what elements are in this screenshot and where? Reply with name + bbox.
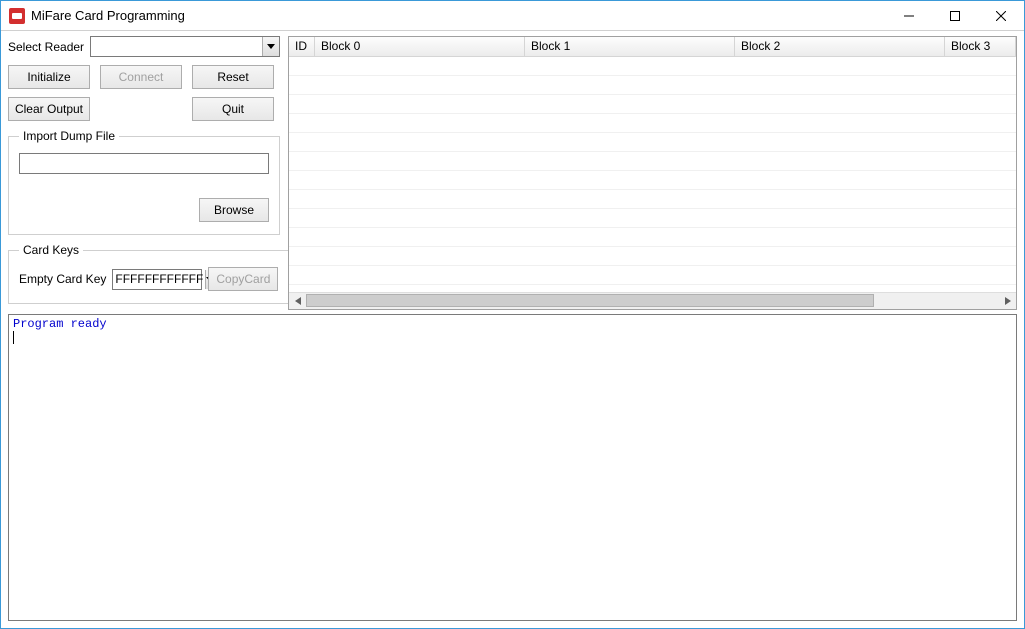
app-icon bbox=[9, 8, 25, 24]
empty-card-key-label: Empty Card Key bbox=[19, 272, 106, 286]
copycard-button[interactable]: CopyCard bbox=[208, 267, 278, 291]
grid-row bbox=[289, 266, 1016, 285]
col-block2[interactable]: Block 2 bbox=[735, 37, 945, 56]
import-dump-legend: Import Dump File bbox=[19, 129, 119, 143]
col-block0[interactable]: Block 0 bbox=[315, 37, 525, 56]
output-console[interactable]: Program ready bbox=[8, 314, 1017, 621]
grid-row bbox=[289, 114, 1016, 133]
browse-button[interactable]: Browse bbox=[199, 198, 269, 222]
grid-body bbox=[289, 57, 1016, 292]
window-controls bbox=[886, 1, 1024, 31]
empty-card-key-combo[interactable]: FFFFFFFFFFFF bbox=[112, 269, 202, 290]
connect-button[interactable]: Connect bbox=[100, 65, 182, 89]
grid-row bbox=[289, 95, 1016, 114]
horizontal-scrollbar[interactable] bbox=[289, 292, 1016, 309]
minimize-button[interactable] bbox=[886, 1, 932, 31]
col-block1[interactable]: Block 1 bbox=[525, 37, 735, 56]
close-icon bbox=[996, 11, 1006, 21]
scroll-thumb[interactable] bbox=[306, 294, 874, 307]
data-grid: ID Block 0 Block 1 Block 2 Block 3 bbox=[288, 36, 1017, 310]
select-reader-label: Select Reader bbox=[8, 40, 90, 54]
grid-header: ID Block 0 Block 1 Block 2 Block 3 bbox=[289, 37, 1016, 57]
maximize-button[interactable] bbox=[932, 1, 978, 31]
grid-row bbox=[289, 209, 1016, 228]
scroll-left-icon[interactable] bbox=[289, 293, 306, 310]
grid-row bbox=[289, 57, 1016, 76]
chevron-down-icon bbox=[262, 37, 279, 56]
col-block3[interactable]: Block 3 bbox=[945, 37, 1016, 56]
initialize-button[interactable]: Initialize bbox=[8, 65, 90, 89]
grid-row bbox=[289, 190, 1016, 209]
clear-output-button[interactable]: Clear Output bbox=[8, 97, 90, 121]
dump-file-input[interactable] bbox=[19, 153, 269, 174]
quit-button[interactable]: Quit bbox=[192, 97, 274, 121]
card-keys-legend: Card Keys bbox=[19, 243, 83, 257]
window-title: MiFare Card Programming bbox=[31, 8, 185, 23]
grid-row bbox=[289, 152, 1016, 171]
card-keys-fieldset: Card Keys Empty Card Key FFFFFFFFFFFF Co… bbox=[8, 243, 289, 304]
title-bar: MiFare Card Programming bbox=[1, 1, 1024, 31]
col-id[interactable]: ID bbox=[289, 37, 315, 56]
controls-panel: Select Reader Initialize Connect Reset C… bbox=[8, 36, 280, 312]
grid-row bbox=[289, 247, 1016, 266]
reader-combo[interactable] bbox=[90, 36, 280, 57]
scroll-track[interactable] bbox=[306, 293, 999, 309]
minimize-icon bbox=[904, 11, 914, 21]
reset-button[interactable]: Reset bbox=[192, 65, 274, 89]
text-cursor bbox=[13, 331, 14, 344]
import-dump-fieldset: Import Dump File Browse bbox=[8, 129, 280, 235]
reader-combo-value bbox=[91, 37, 262, 56]
scroll-right-icon[interactable] bbox=[999, 293, 1016, 310]
empty-card-key-value: FFFFFFFFFFFF bbox=[113, 272, 205, 286]
grid-row bbox=[289, 228, 1016, 247]
output-line: Program ready bbox=[13, 317, 107, 331]
grid-row bbox=[289, 171, 1016, 190]
grid-row bbox=[289, 133, 1016, 152]
grid-row bbox=[289, 76, 1016, 95]
maximize-icon bbox=[950, 11, 960, 21]
close-button[interactable] bbox=[978, 1, 1024, 31]
